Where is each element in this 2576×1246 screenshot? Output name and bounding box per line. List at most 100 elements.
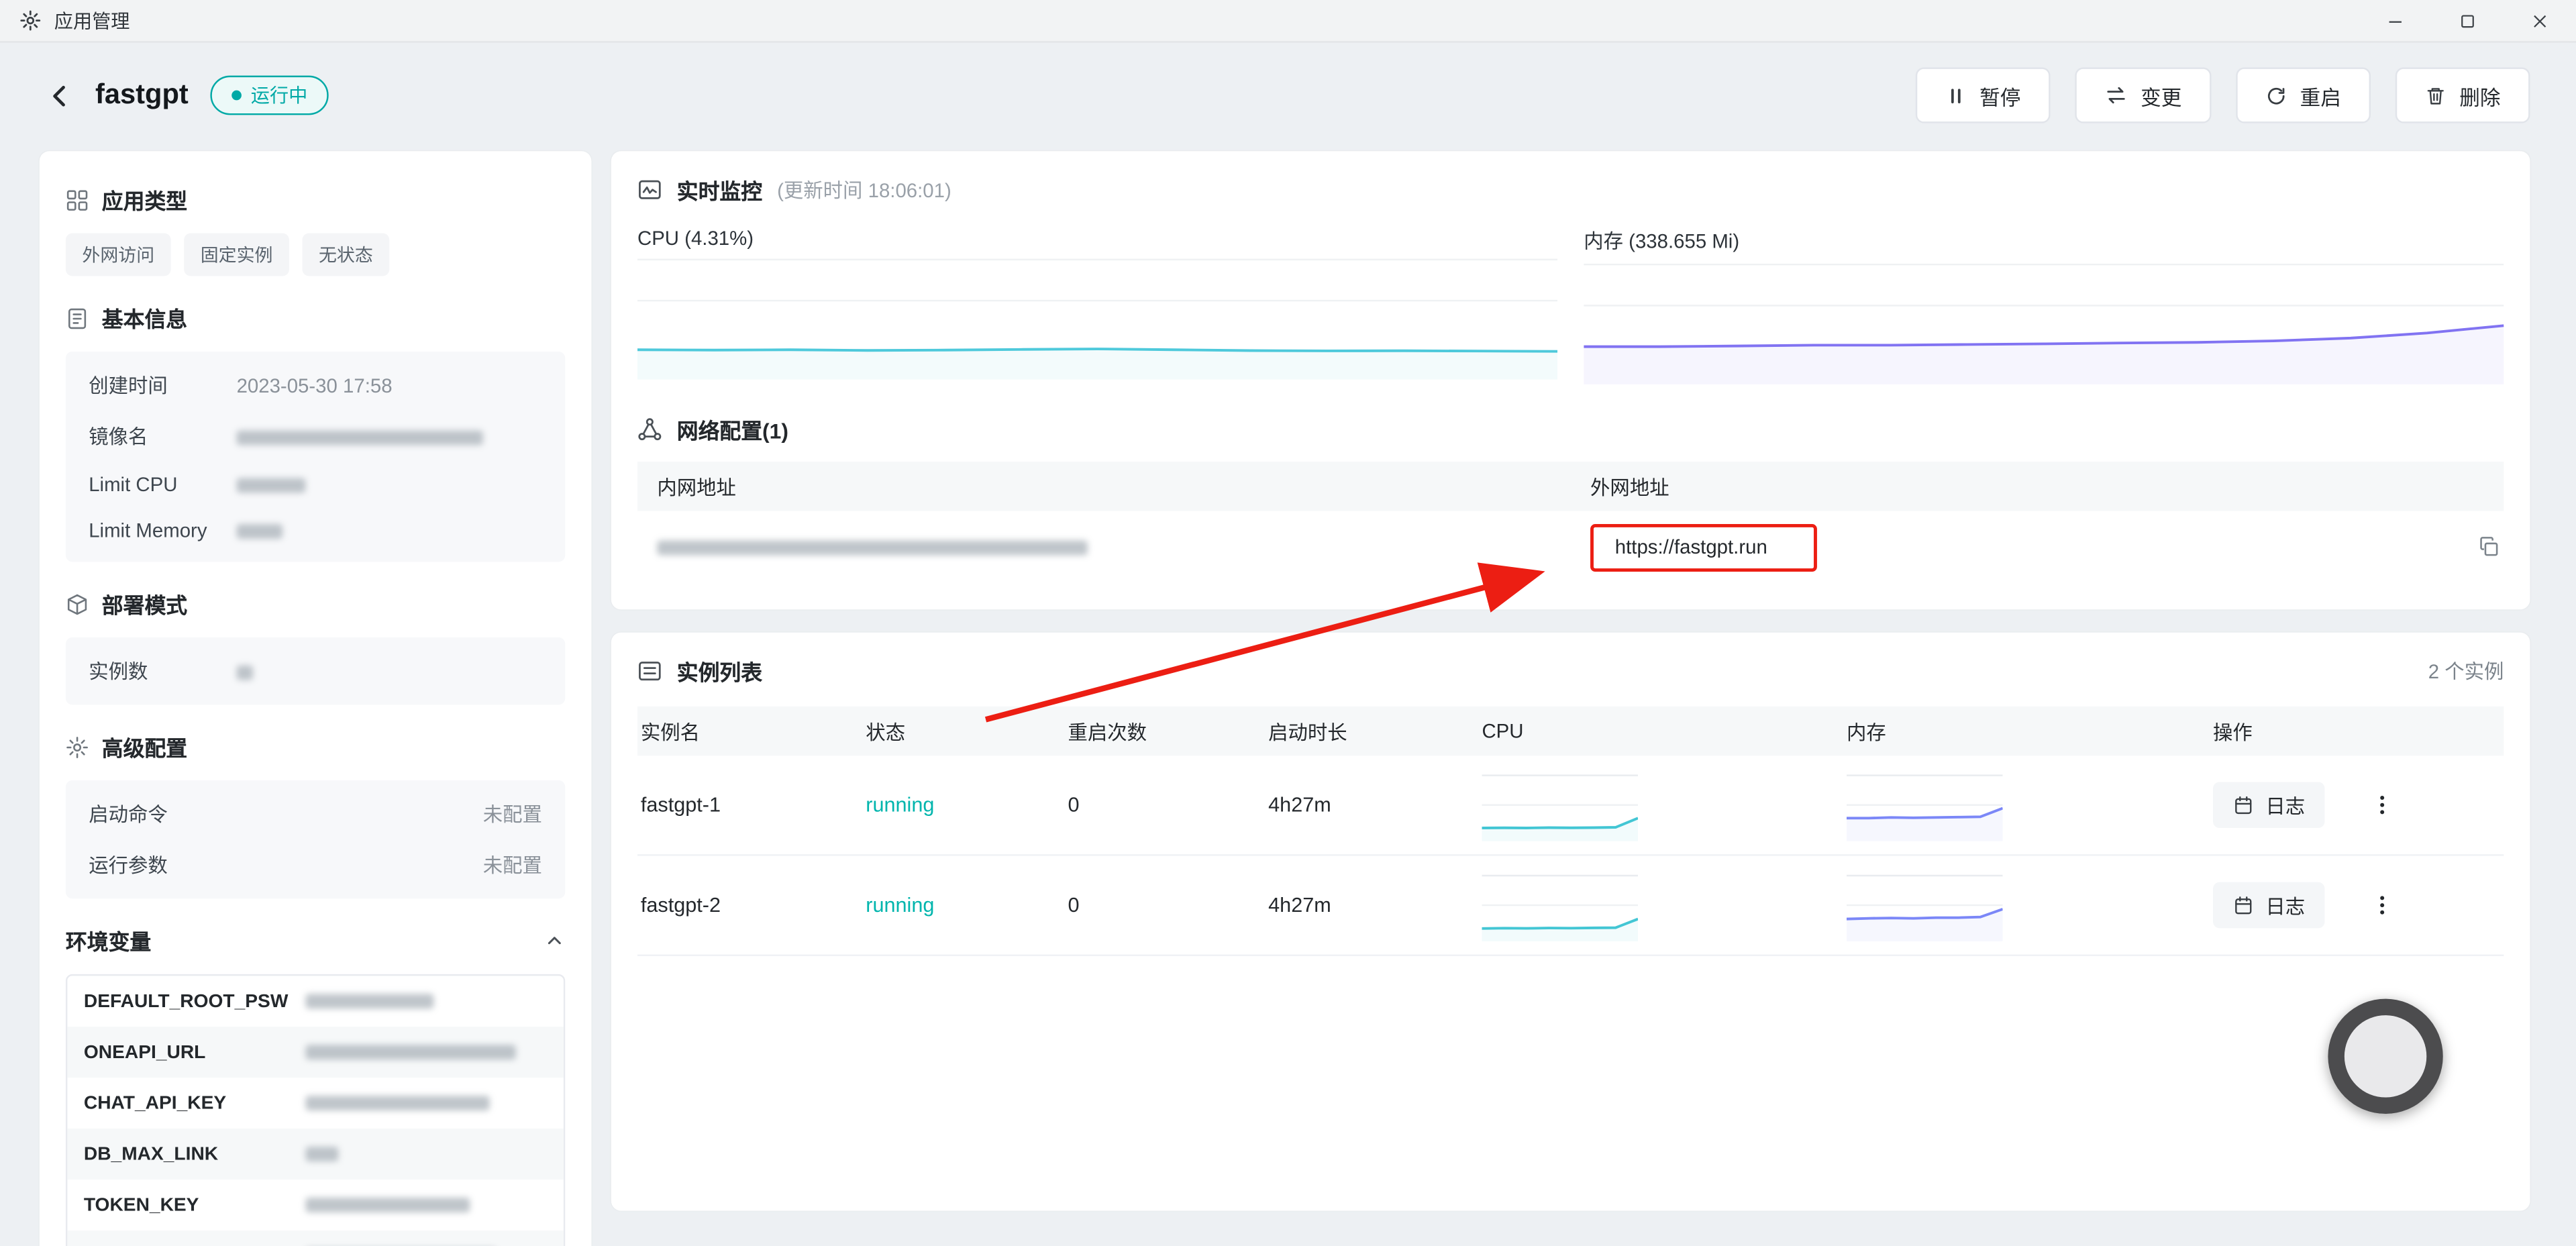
list-icon — [637, 659, 662, 684]
pause-label: 暂停 — [1979, 80, 2020, 111]
window-maximize-button[interactable] — [2432, 0, 2504, 41]
restart-button[interactable]: 重启 — [2236, 67, 2371, 123]
app-type-tags: 外网访问 固定实例 无状态 — [66, 233, 565, 276]
change-arrows-icon — [2104, 84, 2127, 107]
env-row: CHAT_API_KEY — [67, 1078, 563, 1129]
col-uptime: 启动时长 — [1265, 717, 1478, 745]
copy-icon[interactable] — [2477, 535, 2500, 558]
start-command-value: 未配置 — [483, 800, 542, 828]
col-operations: 操作 — [2210, 717, 2504, 745]
advanced-title: 高级配置 — [102, 731, 187, 763]
log-button[interactable]: 日志 — [2213, 782, 2325, 828]
redacted-value — [289, 1144, 564, 1163]
network-title: 网络配置(1) — [677, 414, 788, 446]
restart-label: 重启 — [2300, 80, 2341, 111]
redacted-value — [237, 473, 306, 496]
log-label: 日志 — [2265, 791, 2305, 819]
instance-memory-sparkline — [1843, 869, 2210, 941]
section-deploy-mode: 部署模式 — [66, 588, 565, 620]
delete-button[interactable]: 删除 — [2395, 67, 2530, 123]
env-row: TOKEN_KEY — [67, 1180, 563, 1231]
kebab-menu-icon[interactable] — [2371, 892, 2393, 918]
redacted-value — [289, 1093, 564, 1112]
pause-icon — [1945, 85, 1967, 106]
change-label: 变更 — [2141, 80, 2181, 111]
info-label: Limit CPU — [89, 473, 236, 496]
env-key: ONEAPI_URL — [67, 1043, 289, 1062]
section-env-vars: 环境变量 — [66, 925, 565, 956]
window-minimize-button[interactable] — [2359, 0, 2432, 41]
instance-uptime: 4h27m — [1265, 894, 1478, 917]
log-button[interactable]: 日志 — [2213, 882, 2325, 929]
tag-fixed-instance: 固定实例 — [184, 233, 289, 276]
pause-button[interactable]: 暂停 — [1916, 67, 2051, 123]
info-label: 启动命令 — [89, 800, 236, 828]
instance-status: running — [862, 794, 1064, 817]
deploy-mode-title: 部署模式 — [102, 588, 187, 620]
deploy-mode-panel: 实例数 — [66, 637, 565, 705]
header-actions: 暂停 变更 重启 — [1916, 67, 2530, 123]
back-button[interactable] — [46, 81, 74, 109]
status-dot-icon — [231, 91, 241, 101]
instance-status: running — [862, 894, 1064, 917]
basic-info-panel: 创建时间 2023-05-30 17:58 镜像名 Limit CPU Limi… — [66, 352, 565, 562]
app-window: 应用管理 fastgpt 运行中 — [0, 0, 2576, 1246]
info-row-created: 创建时间 2023-05-30 17:58 — [66, 360, 565, 411]
redacted-value — [237, 519, 283, 542]
instance-restarts: 0 — [1065, 894, 1266, 917]
info-label: 镜像名 — [89, 422, 236, 450]
env-key: TOKEN_KEY — [67, 1195, 289, 1214]
log-calendar-icon — [2232, 894, 2254, 916]
external-url[interactable]: https://fastgpt.run — [1615, 535, 1767, 558]
window-controls — [2359, 0, 2576, 41]
info-label: 实例数 — [89, 657, 236, 685]
network-table: 内网地址 外网地址 https://fastgpt.run — [637, 462, 2504, 583]
external-url-highlight-box: https://fastgpt.run — [1590, 523, 1817, 571]
instance-operations: 日志 — [2210, 782, 2504, 828]
col-internal-address: 内网地址 — [637, 472, 1571, 501]
run-args-value: 未配置 — [483, 851, 542, 879]
page-header: fastgpt 运行中 暂停 变更 — [0, 43, 2576, 148]
sidebar: 应用类型 外网访问 固定实例 无状态 基本信息 创建时间 2023-05-30 … — [40, 151, 592, 1246]
monitor-header: 实时监控 (更新时间 18:06:01) — [637, 174, 2504, 206]
instances-title: 实例列表 — [677, 656, 762, 687]
env-key: DB_MAX_LINK — [67, 1144, 289, 1163]
info-row-run-args: 运行参数 未配置 — [66, 839, 565, 890]
status-badge: 运行中 — [210, 76, 329, 115]
chevron-up-icon[interactable] — [544, 930, 565, 951]
charts-row: CPU (4.31%) 内存 (338.655 Mi) — [637, 227, 2504, 384]
window-titlebar: 应用管理 — [0, 0, 2576, 43]
delete-label: 删除 — [2459, 80, 2500, 111]
monitor-update-time: (更新时间 18:06:01) — [777, 176, 951, 204]
info-label: Limit Memory — [89, 519, 236, 542]
col-status: 状态 — [862, 717, 1064, 745]
monitor-chart-icon — [637, 177, 662, 202]
section-advanced: 高级配置 — [66, 731, 565, 763]
instance-name: fastgpt-2 — [637, 894, 862, 917]
env-key: CHAT_API_KEY — [67, 1093, 289, 1112]
table-row: fastgpt-2 running 0 4h27m — [637, 856, 2504, 956]
document-icon — [66, 307, 89, 329]
kebab-menu-icon[interactable] — [2371, 792, 2393, 818]
env-vars-table: DEFAULT_ROOT_PSW ONEAPI_URL CHAT_API_KEY… — [66, 974, 565, 1246]
app-type-title: 应用类型 — [102, 184, 187, 215]
page-title: fastgpt — [95, 79, 189, 112]
external-address-cell: https://fastgpt.run — [1571, 523, 2504, 571]
instance-uptime: 4h27m — [1265, 794, 1478, 817]
col-external-address: 外网地址 — [1571, 472, 2504, 501]
restart-icon — [2265, 85, 2287, 106]
instances-card: 实例列表 2 个实例 实例名 状态 重启次数 启动时长 CPU 内存 操作 fa… — [611, 633, 2530, 1211]
info-row-replicas: 实例数 — [66, 645, 565, 696]
env-row: FILE_TOKEN_KEY — [67, 1231, 563, 1246]
instance-cpu-sparkline — [1479, 769, 1844, 841]
window-close-button[interactable] — [2504, 0, 2576, 41]
col-restarts: 重启次数 — [1065, 717, 1266, 745]
instances-table: 实例名 状态 重启次数 启动时长 CPU 内存 操作 fastgpt-1 run… — [637, 707, 2504, 956]
change-button[interactable]: 变更 — [2075, 67, 2211, 123]
tag-stateless: 无状态 — [303, 233, 390, 276]
instance-cpu-sparkline — [1479, 869, 1844, 941]
env-row: ONEAPI_URL — [67, 1027, 563, 1078]
window-title: 应用管理 — [54, 7, 130, 34]
info-row-start-command: 启动命令 未配置 — [66, 788, 565, 839]
app-gear-icon — [19, 10, 41, 32]
